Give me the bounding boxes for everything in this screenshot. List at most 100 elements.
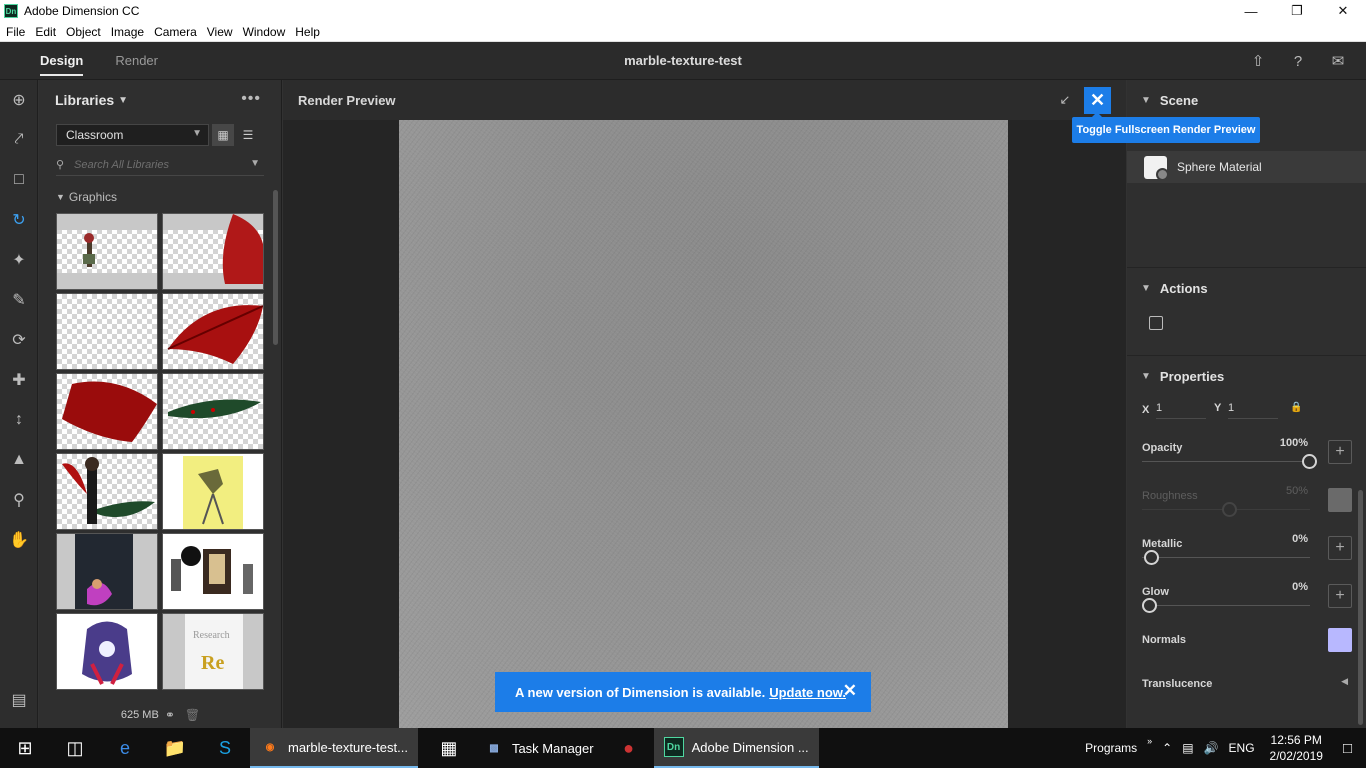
glow-slider-track[interactable] [1142, 605, 1310, 606]
grid-view-icon[interactable]: ▦ [212, 124, 234, 146]
update-now-link[interactable]: Update now. [769, 685, 846, 700]
menu-help[interactable]: Help [290, 25, 325, 39]
trash-icon[interactable]: 🗑 [185, 708, 200, 722]
opacity-slider-track[interactable] [1142, 461, 1310, 462]
list-view-icon[interactable]: ☰ [237, 124, 259, 146]
exit-fullscreen-icon[interactable]: ↙ [1055, 90, 1075, 110]
zoom-tool-icon[interactable]: ⚲ [0, 480, 38, 520]
feedback-icon[interactable]: ✉ [1318, 42, 1358, 80]
glow-add-texture-button[interactable]: + [1328, 584, 1352, 608]
red-app-icon[interactable]: ● [604, 728, 654, 768]
menu-object[interactable]: Object [61, 25, 106, 39]
menu-edit[interactable]: Edit [30, 25, 61, 39]
action-icon[interactable] [1149, 316, 1163, 330]
actions-header[interactable]: ▼ Actions [1127, 268, 1366, 308]
graphics-section-header[interactable]: ▼ Graphics [56, 190, 281, 204]
programs-toolbar[interactable]: Programs [1080, 741, 1142, 755]
sample-tool-icon[interactable]: ✎ [0, 280, 38, 320]
taskbar-app-task-manager[interactable]: ▩ Task Manager [474, 728, 604, 768]
menu-camera[interactable]: Camera [149, 25, 202, 39]
clock[interactable]: 12:56 PM 2/02/2019 [1260, 732, 1333, 764]
windows-start-icon[interactable]: ⊞ [0, 728, 50, 768]
tab-design[interactable]: Design [24, 42, 99, 80]
search-input[interactable] [74, 158, 244, 171]
skype-icon[interactable]: S [200, 728, 250, 768]
hand-tool-icon[interactable]: ✋ [0, 520, 38, 560]
roughness-texture-swatch[interactable] [1328, 488, 1352, 512]
graphic-thumbnail[interactable] [56, 453, 158, 530]
x-value[interactable]: 1 [1156, 402, 1162, 414]
graphic-thumbnail[interactable] [56, 613, 158, 690]
task-view-icon[interactable]: ◫ [50, 728, 100, 768]
menu-window[interactable]: Window [238, 25, 291, 39]
maximize-button[interactable]: ❐ [1274, 0, 1320, 22]
menu-view[interactable]: View [202, 25, 238, 39]
magic-wand-icon[interactable]: ✦ [0, 240, 38, 280]
tab-render[interactable]: Render [99, 42, 174, 80]
pan-tool-icon[interactable]: ✚ [0, 360, 38, 400]
caret-left-icon[interactable]: ◀ [1341, 676, 1348, 687]
right-panel: ▼ Scene Sphere Material ▼ Actions ▼ Prop… [1127, 80, 1366, 728]
file-explorer-icon[interactable]: 📁 [150, 728, 200, 768]
right-panel-scrollbar[interactable] [1358, 490, 1363, 725]
graphic-thumbnail[interactable]: Research Re [162, 613, 264, 690]
menu-bar: File Edit Object Image Camera View Windo… [0, 22, 1366, 42]
scene-item-sphere-material[interactable]: Sphere Material [1127, 151, 1366, 183]
graphic-thumbnail[interactable] [162, 373, 264, 450]
calendar-icon[interactable]: ▦ [424, 728, 474, 768]
more-options-icon[interactable]: ••• [241, 90, 261, 108]
menu-file[interactable]: File [0, 25, 30, 39]
libraries-title[interactable]: Libraries [55, 92, 114, 108]
graphic-thumbnail[interactable] [162, 533, 264, 610]
render-canvas[interactable] [399, 120, 1008, 728]
share-icon[interactable]: ⇧ [1238, 42, 1278, 80]
orbit-tool-icon[interactable]: ⟳ [0, 320, 38, 360]
graphic-thumbnail[interactable] [56, 213, 158, 290]
volume-icon[interactable]: 🔊 [1199, 741, 1224, 755]
opacity-slider-knob[interactable] [1302, 454, 1317, 469]
action-center-icon[interactable]: □ [1333, 740, 1366, 757]
chevron-down-icon[interactable]: ▼ [118, 95, 128, 106]
close-window-button[interactable]: ✕ [1320, 0, 1366, 22]
metallic-slider-knob[interactable] [1144, 550, 1159, 565]
dolly-tool-icon[interactable]: ↕ [0, 400, 38, 440]
double-chevron-icon[interactable]: » [1142, 736, 1157, 746]
normals-texture-swatch[interactable] [1328, 628, 1352, 652]
rotate-tool-icon[interactable]: ↻ [0, 200, 38, 240]
graphic-thumbnail[interactable] [162, 213, 264, 290]
tray-overflow-icon[interactable]: ⌃ [1157, 741, 1177, 755]
graphic-thumbnail[interactable] [56, 373, 158, 450]
select-tool-icon[interactable]: ⤤ [0, 120, 38, 160]
graphic-thumbnail[interactable] [162, 453, 264, 530]
metallic-add-texture-button[interactable]: + [1328, 536, 1352, 560]
menu-image[interactable]: Image [106, 25, 149, 39]
add-content-icon[interactable]: ⊕ [0, 80, 38, 120]
lock-icon[interactable]: 🔒 [1290, 402, 1302, 413]
properties-header[interactable]: ▼ Properties [1127, 356, 1366, 396]
graphic-thumbnail[interactable] [162, 293, 264, 370]
library-select[interactable]: Classroom ▼ [56, 124, 209, 146]
edge-icon[interactable]: e [100, 728, 150, 768]
taskbar-app-firefox[interactable]: ◉ marble-texture-test... [250, 728, 418, 768]
graphic-thumbnail[interactable] [56, 533, 158, 610]
help-icon[interactable]: ? [1278, 42, 1318, 80]
language-indicator[interactable]: ENG [1224, 741, 1260, 755]
horizon-tool-icon[interactable]: ▲ [0, 440, 38, 480]
move-tool-icon[interactable]: □ [0, 160, 38, 200]
close-preview-button[interactable]: ✕ [1084, 87, 1111, 114]
scene-header[interactable]: ▼ Scene [1127, 80, 1366, 120]
chevron-down-icon[interactable]: ▼ [250, 158, 260, 169]
opacity-add-texture-button[interactable]: + [1328, 440, 1352, 464]
glow-slider-knob[interactable] [1142, 598, 1157, 613]
libraries-scrollbar[interactable] [273, 190, 278, 345]
network-icon[interactable]: ▤ [1177, 741, 1198, 755]
minimize-button[interactable]: — [1228, 0, 1274, 22]
close-banner-icon[interactable]: ✕ [843, 681, 857, 701]
roughness-value: 50% [1285, 485, 1308, 497]
taskbar-app-dimension[interactable]: Dn Adobe Dimension ... [653, 728, 819, 768]
translucence-label[interactable]: Translucence [1142, 678, 1212, 690]
metallic-slider-track[interactable] [1142, 557, 1310, 558]
y-value[interactable]: 1 [1228, 402, 1234, 414]
panel-toggle-icon[interactable]: ▤ [0, 680, 38, 720]
graphic-thumbnail[interactable] [56, 293, 158, 370]
